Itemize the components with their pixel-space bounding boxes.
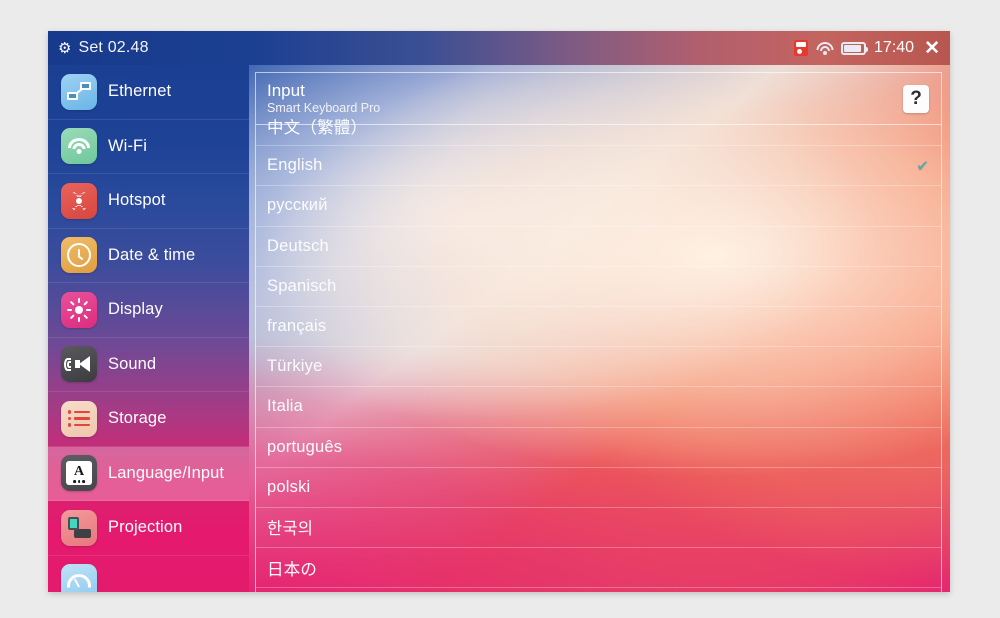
page-title: Input [267,80,305,100]
window-title: Set 02.48 [78,39,149,56]
language-list-item[interactable]: English ✔ [256,146,941,187]
sidebar-item-label: Projection [108,518,183,537]
language-name: Italia [267,397,304,416]
language-name: 中文（繁體） [267,118,368,137]
clock-icon [61,237,97,274]
status-clock: 17:40 [874,39,915,56]
sidebar-item-projection[interactable]: Projection [48,501,249,556]
language-name: 한국의 [267,520,314,539]
language-name: polski [267,477,311,496]
check-icon: ✔ [916,157,929,175]
language-list-item[interactable]: русский [256,186,941,227]
hotspot-icon [61,182,97,219]
projection-icon [61,509,97,546]
settings-sidebar: Ethernet Wi-Fi Hotspot Date & time Displ… [48,65,249,592]
sidebar-item-sound[interactable]: Sound [48,338,249,392]
language-list-item[interactable]: Deutsch [256,227,941,267]
language-name: Spanisch [267,276,337,295]
language-list-item[interactable]: Spanisch [256,267,941,307]
titlebar-left-group: ⚙ Set 02.48 [58,39,149,57]
language-name: Deutsch [267,236,329,255]
brightness-icon [61,291,97,328]
language-name: français [267,317,327,336]
sidebar-item-label: Storage [108,409,167,428]
speaker-icon [61,346,97,383]
gear-icon: ⚙ [58,39,72,57]
sidebar-item-label: Ethernet [108,82,172,101]
sidebar-item-signal[interactable] [48,556,249,592]
signal-icon [61,564,97,592]
language-list: 中文（繁體） English ✔ русский Deutsch Spanisch fran… [256,106,941,589]
language-name: русский [267,196,328,215]
language-name: English [267,156,323,175]
settings-window: ⚙ Set 02.48 17:40 ✕ Ethernet Wi-Fi Hotsp… [48,31,950,592]
wifi-icon [816,41,834,55]
sidebar-item-label: Sound [108,354,157,373]
language-icon: A [61,455,97,492]
sidebar-item-date-time[interactable]: Date & time [48,229,249,283]
titlebar-status-group: 17:40 ✕ [794,39,940,58]
language-list-item[interactable]: Türkiye [256,347,941,388]
close-window-button[interactable]: ✕ [922,39,940,58]
sidebar-item-display[interactable]: Display [48,283,249,338]
sidebar-item-wifi[interactable]: Wi-Fi [48,120,249,174]
sidebar-item-language-input[interactable]: A Language/Input [48,446,249,501]
storage-icon [61,400,97,437]
sidebar-item-label: Display [108,300,163,319]
sidebar-item-storage[interactable]: Storage [48,392,249,447]
language-name: português [267,437,343,456]
window-titlebar: ⚙ Set 02.48 17:40 ✕ [48,31,950,65]
language-list-item[interactable]: 日本の [256,548,941,589]
sidebar-item-label: Wi-Fi [108,136,147,155]
language-list-item[interactable]: português [256,428,941,468]
language-list-item[interactable]: 中文（繁體） [256,106,941,147]
language-name: 日本の [267,560,318,579]
input-settings-panel: Input Smart Keyboard Pro ? 中文（繁體） English… [255,72,942,592]
wifi-icon [61,128,97,165]
battery-icon [841,41,869,55]
sidebar-item-label: Date & time [108,245,196,264]
language-list-item[interactable]: 한국의 [256,508,941,549]
language-list-item[interactable]: polski [256,468,941,508]
sim-card-icon [794,40,809,56]
sidebar-item-label: Language/Input [108,463,225,482]
language-name: Türkiye [267,357,323,376]
language-list-item[interactable]: Italia [256,387,941,428]
sidebar-item-ethernet[interactable]: Ethernet [48,65,249,120]
language-list-item[interactable]: français [256,307,941,348]
ethernet-icon [61,73,97,110]
main-content-area: Input Smart Keyboard Pro ? 中文（繁體） English… [249,65,950,592]
sidebar-item-hotspot[interactable]: Hotspot [48,174,249,229]
sidebar-item-label: Hotspot [108,191,166,210]
window-body: Ethernet Wi-Fi Hotspot Date & time Displ… [48,65,950,592]
sidebar-item-list: Ethernet Wi-Fi Hotspot Date & time Displ… [48,65,249,592]
